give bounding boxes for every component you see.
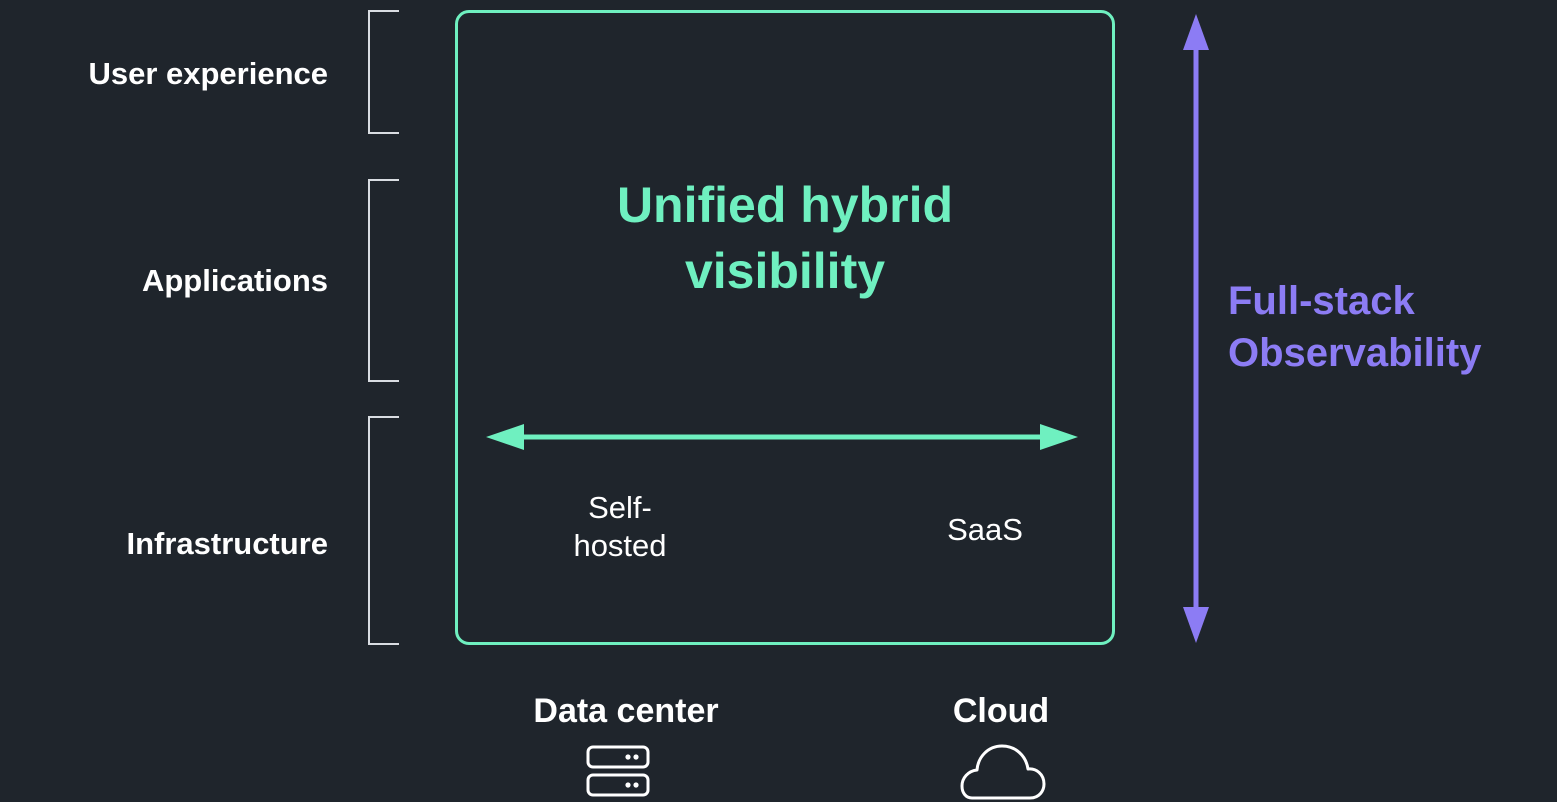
cloud-icon — [960, 744, 1046, 800]
data-center-label: Data center — [533, 692, 719, 730]
full-stack-observability-title: Full-stack Observability — [1228, 279, 1482, 375]
cloud-label: Cloud — [952, 692, 1050, 730]
server-icon — [586, 745, 650, 797]
vertical-double-arrow — [1183, 14, 1209, 643]
